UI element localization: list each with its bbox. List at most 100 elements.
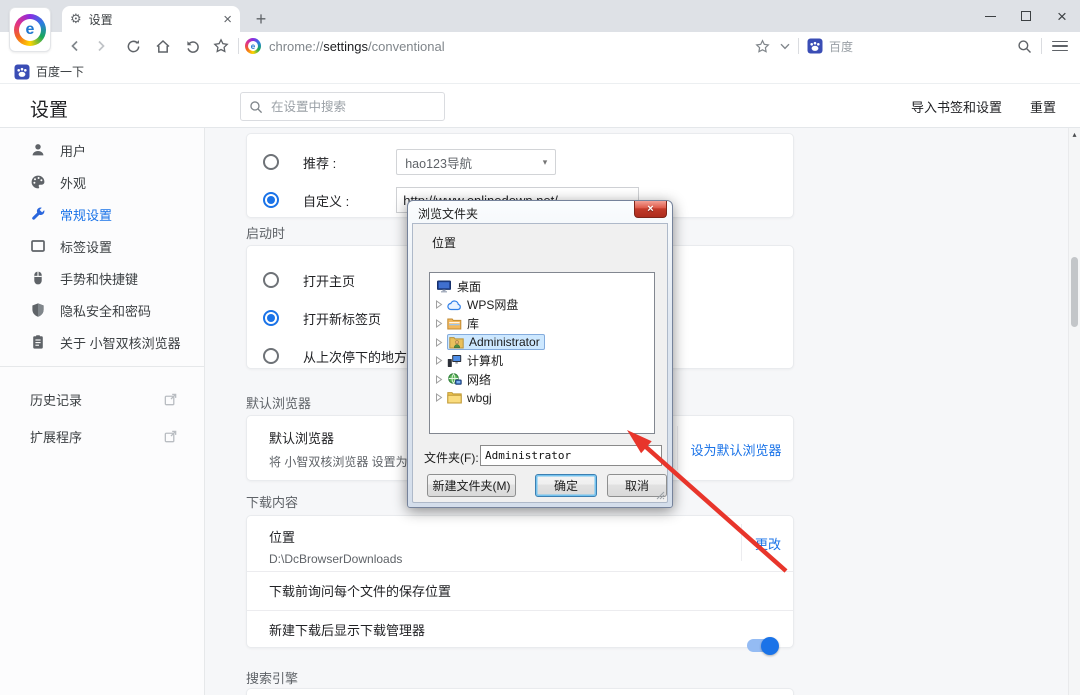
expander-icon[interactable] (435, 374, 447, 384)
baidu-search-icon[interactable] (807, 38, 823, 54)
tree-item-computer[interactable]: 计算机 (430, 351, 654, 370)
bookmarks-bar: 百度一下 (0, 60, 1080, 84)
tab-close-icon[interactable]: × (223, 12, 232, 27)
radio-icon[interactable] (263, 348, 279, 364)
sidebar-divider (0, 366, 204, 367)
settings-search-input[interactable] (271, 99, 421, 114)
forward-button[interactable] (88, 34, 114, 58)
chevron-left-icon (71, 40, 78, 52)
change-location-button[interactable]: 更改 (741, 516, 795, 571)
sidebar-item-privacy-security[interactable]: 隐私安全和密码 (0, 294, 204, 326)
sidebar-item-general-settings[interactable]: 常规设置 (0, 198, 204, 230)
minimize-icon (984, 15, 996, 17)
refresh-icon (127, 39, 139, 52)
sidebar-item-about[interactable]: 关于 小智双核浏览器 (0, 326, 204, 358)
search-button[interactable] (1011, 34, 1037, 58)
browser-window: ⚙ 设置 × + × e e chrome://settings/convent… (0, 0, 1080, 695)
resize-grip[interactable] (656, 491, 665, 500)
download-location-title: 位置 (269, 530, 296, 545)
sidebar-item-appearance[interactable]: 外观 (0, 166, 204, 198)
favorites-button[interactable] (208, 34, 234, 58)
dialog-close-button[interactable]: × (634, 201, 667, 218)
address-bar[interactable]: chrome://settings/conventional (269, 39, 445, 54)
folder-name-input[interactable] (480, 445, 662, 466)
selected-tree-item[interactable]: Administrator (447, 334, 545, 351)
window-minimize-button[interactable] (972, 0, 1008, 32)
settings-header: 设置 导入书签和设置 重置 (0, 85, 1080, 128)
sidebar-item-history[interactable]: 历史记录 (0, 381, 204, 418)
expander-icon[interactable] (435, 337, 447, 347)
new-folder-button[interactable]: 新建文件夹(M) (427, 474, 516, 497)
palette-icon (31, 175, 45, 189)
window-close-button[interactable]: × (1044, 0, 1080, 32)
tree-item-desktop[interactable]: 桌面 (430, 277, 654, 296)
custom-homepage-radio[interactable] (263, 192, 279, 208)
external-link-icon (163, 392, 178, 407)
sidebar-item-extensions[interactable]: 扩展程序 (0, 418, 204, 455)
navigation-toolbar: e chrome://settings/conventional 百度 (0, 32, 1080, 60)
person-icon (32, 144, 44, 156)
tree-item-wbgj[interactable]: wbgj (430, 389, 654, 408)
page-title: 设置 (30, 100, 69, 121)
toolbar-divider (1041, 38, 1042, 54)
bookmark-item[interactable]: 百度一下 (14, 63, 84, 80)
section-label-downloads: 下载内容 (246, 495, 299, 510)
sidebar-item-user[interactable]: 用户 (0, 134, 204, 166)
new-tab-button[interactable]: + (248, 6, 274, 32)
ok-button[interactable]: 确定 (535, 474, 597, 497)
expander-icon[interactable] (435, 300, 447, 310)
expander-icon[interactable] (435, 319, 447, 328)
browse-folder-dialog: 浏览文件夹 × 位置 桌面 WPS网盘 库 Administrator 计算机 … (407, 200, 673, 508)
radio-icon[interactable] (263, 272, 279, 288)
search-icon (250, 100, 263, 113)
chevron-down-icon: ▾ (542, 156, 548, 167)
folder-field-label: 文件夹(F): (424, 451, 479, 465)
radio-icon[interactable] (263, 310, 279, 326)
quick-search-input[interactable]: 百度 (829, 38, 853, 55)
sidebar-item-tab-settings[interactable]: 标签设置 (0, 230, 204, 262)
window-maximize-button[interactable] (1008, 0, 1044, 32)
page-favicon: e (243, 34, 263, 58)
refresh-button[interactable] (120, 34, 146, 58)
expander-icon[interactable] (435, 393, 447, 403)
mouse-icon (34, 271, 42, 285)
bookmark-label[interactable]: 百度一下 (36, 63, 84, 80)
home-button[interactable] (150, 34, 176, 58)
section-label-default-browser: 默认浏览器 (246, 396, 312, 411)
settings-sidebar: 用户 外观 常规设置 标签设置 手势和快捷键 隐私安全和密码 关于 小智双核浏览… (0, 128, 205, 695)
recommended-dropdown[interactable]: hao123导航 ▾ (396, 149, 557, 175)
external-link-icon (163, 429, 178, 444)
tab-title: 设置 (88, 12, 113, 27)
scroll-up-icon[interactable]: ▴ (1069, 130, 1080, 139)
startup-option-newtab[interactable]: 打开新标签页 (263, 304, 381, 332)
browser-logo[interactable]: e (9, 7, 51, 52)
folder-tree[interactable]: 桌面 WPS网盘 库 Administrator 计算机 网络 wbgj (429, 272, 655, 434)
tree-item-libraries[interactable]: 库 (430, 314, 654, 333)
import-bookmarks-button[interactable]: 导入书签和设置 (911, 97, 1002, 116)
back-button[interactable] (62, 34, 88, 58)
page-scrollbar[interactable]: ▴ (1068, 128, 1080, 695)
gear-icon: ⚙ (70, 11, 82, 26)
bookmark-dropdown-icon[interactable] (776, 43, 794, 50)
shield-icon (32, 303, 44, 317)
user-folder-icon (449, 336, 466, 349)
startup-option-homepage[interactable]: 打开主页 (263, 266, 355, 294)
expander-icon[interactable] (435, 356, 447, 366)
tree-item-wps-cloud[interactable]: WPS网盘 (430, 296, 654, 315)
desktop-icon (437, 280, 454, 293)
menu-button[interactable] (1052, 40, 1068, 52)
recommended-radio[interactable] (263, 154, 279, 170)
undo-close-tab-button[interactable] (180, 34, 206, 58)
reset-button[interactable]: 重置 (1030, 97, 1056, 116)
tab-settings[interactable]: ⚙ 设置 × (62, 6, 240, 32)
downloads-card: 位置 D:\DcBrowserDownloads 更改 下载前询问每个文件的保存… (246, 515, 795, 655)
tree-item-administrator[interactable]: Administrator (430, 333, 654, 352)
toolbar-divider (797, 38, 799, 54)
tree-item-network[interactable]: 网络 (430, 370, 654, 389)
bookmark-page-button[interactable] (750, 34, 776, 58)
sidebar-item-gestures-shortcuts[interactable]: 手势和快捷键 (0, 262, 204, 294)
settings-search-box[interactable] (240, 92, 445, 121)
set-default-browser-button[interactable]: 设为默认浏览器 (677, 416, 795, 482)
toolbar-divider (238, 38, 239, 54)
scrollbar-thumb[interactable] (1071, 257, 1078, 327)
